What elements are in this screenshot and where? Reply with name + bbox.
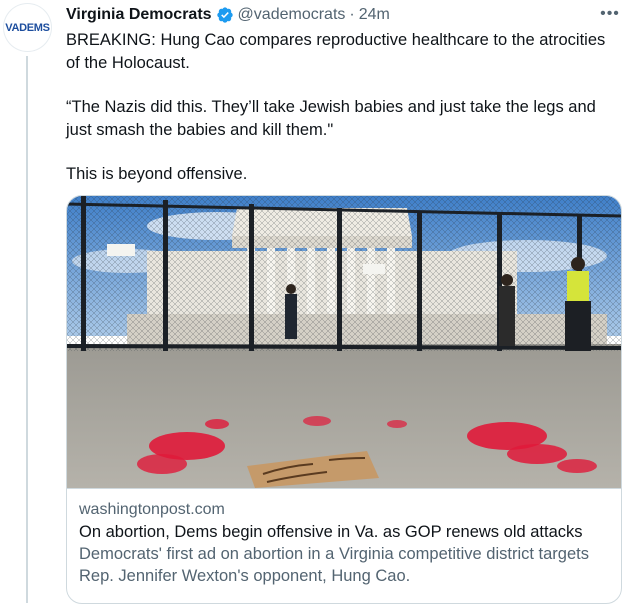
thread-connector-line bbox=[26, 56, 28, 603]
link-card-title[interactable]: On abortion, Dems begin offensive in Va.… bbox=[79, 521, 609, 543]
link-card[interactable]: washingtonpost.com On abortion, Dems beg… bbox=[66, 195, 622, 604]
security-fence bbox=[67, 196, 621, 351]
tweet-header: Virginia Democrats @vademocrats · 24m bbox=[66, 4, 390, 26]
link-card-image[interactable] bbox=[67, 196, 621, 488]
display-name[interactable]: Virginia Democrats bbox=[66, 6, 212, 24]
more-horizontal-icon[interactable]: ••• bbox=[598, 4, 622, 24]
tweet-paragraph: This is beyond offensive. bbox=[66, 165, 248, 183]
tweet-paragraph: “The Nazis did this. They’ll take Jewish… bbox=[66, 98, 596, 139]
verified-badge-icon bbox=[216, 7, 233, 23]
timestamp[interactable]: 24m bbox=[359, 6, 390, 24]
tweet-paragraph: BREAKING: Hung Cao compares reproductive… bbox=[66, 31, 606, 72]
link-card-description: Democrats' first ad on abortion in a Vir… bbox=[79, 545, 589, 585]
avatar[interactable]: VADEMS bbox=[4, 4, 51, 51]
header-separator: · bbox=[349, 6, 355, 23]
tweet[interactable]: VADEMS Virginia Democrats @vademocrats ·… bbox=[0, 0, 630, 604]
link-card-meta[interactable]: washingtonpost.com On abortion, Dems beg… bbox=[67, 488, 621, 603]
tweet-text: BREAKING: Hung Cao compares reproductive… bbox=[66, 29, 622, 186]
avatar-logo: VADEMS bbox=[5, 21, 50, 34]
link-card-domain: washingtonpost.com bbox=[79, 501, 225, 518]
user-handle[interactable]: @vademocrats bbox=[238, 6, 346, 24]
